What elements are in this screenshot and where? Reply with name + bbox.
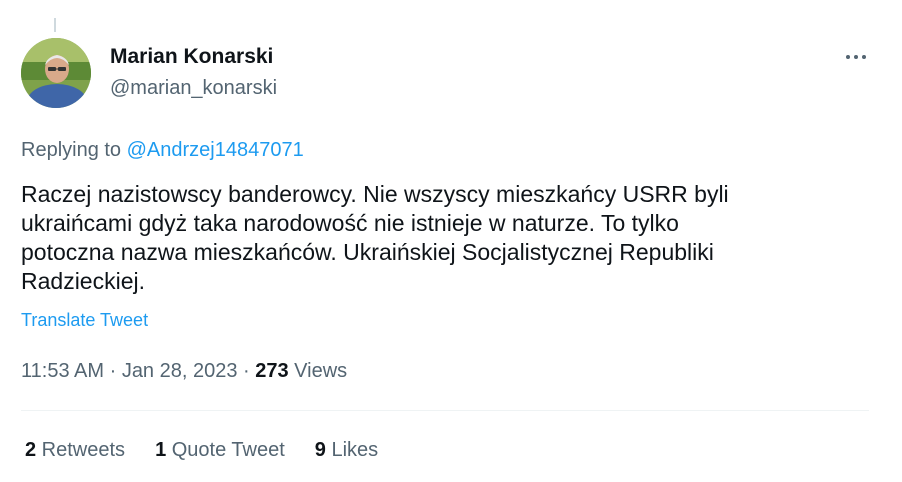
likes-stat[interactable]: 9 Likes [315, 438, 378, 462]
more-options-button[interactable] [838, 44, 874, 70]
tweet-text: Raczej nazistowscy banderowcy. Nie wszys… [21, 181, 729, 294]
replying-to-label: Replying to [21, 139, 127, 161]
retweets-stat[interactable]: 2 Retweets [25, 438, 125, 462]
engagement-stats: 2 Retweets 1 Quote Tweet 9 Likes [25, 438, 408, 462]
author-display-name[interactable]: Marian Konarski [110, 44, 273, 70]
thread-connector-line [54, 18, 56, 32]
quote-tweets-stat[interactable]: 1 Quote Tweet [155, 438, 285, 462]
tweet-meta: 11:53 AM · Jan 28, 2023 · 273 Views [21, 359, 347, 383]
more-horizontal-icon-dot [862, 55, 866, 59]
tweet-time[interactable]: 11:53 AM [21, 360, 104, 382]
more-horizontal-icon [846, 55, 850, 59]
views-label: Views [288, 360, 348, 382]
meta-separator: · [104, 360, 122, 382]
views-count: 273 [255, 360, 289, 382]
tweet-date[interactable]: Jan 28, 2023 [122, 360, 238, 382]
avatar[interactable] [21, 38, 91, 108]
retweets-count: 2 [25, 439, 37, 461]
retweets-label: Retweets [36, 439, 126, 461]
likes-label: Likes [325, 439, 379, 461]
replying-to-line: Replying to @Andrzej14847071 [21, 138, 304, 162]
avatar-photo [21, 38, 91, 108]
divider [21, 410, 869, 411]
reply-mention-link[interactable]: @Andrzej14847071 [127, 139, 304, 161]
translate-tweet-link[interactable]: Translate Tweet [21, 309, 148, 331]
meta-separator: · [237, 360, 256, 382]
author-handle[interactable]: @marian_konarski [110, 76, 277, 100]
more-horizontal-icon-dot [854, 55, 858, 59]
quote-tweets-count: 1 [155, 439, 167, 461]
likes-count: 9 [314, 439, 326, 461]
quote-tweets-label: Quote Tweet [166, 439, 285, 461]
